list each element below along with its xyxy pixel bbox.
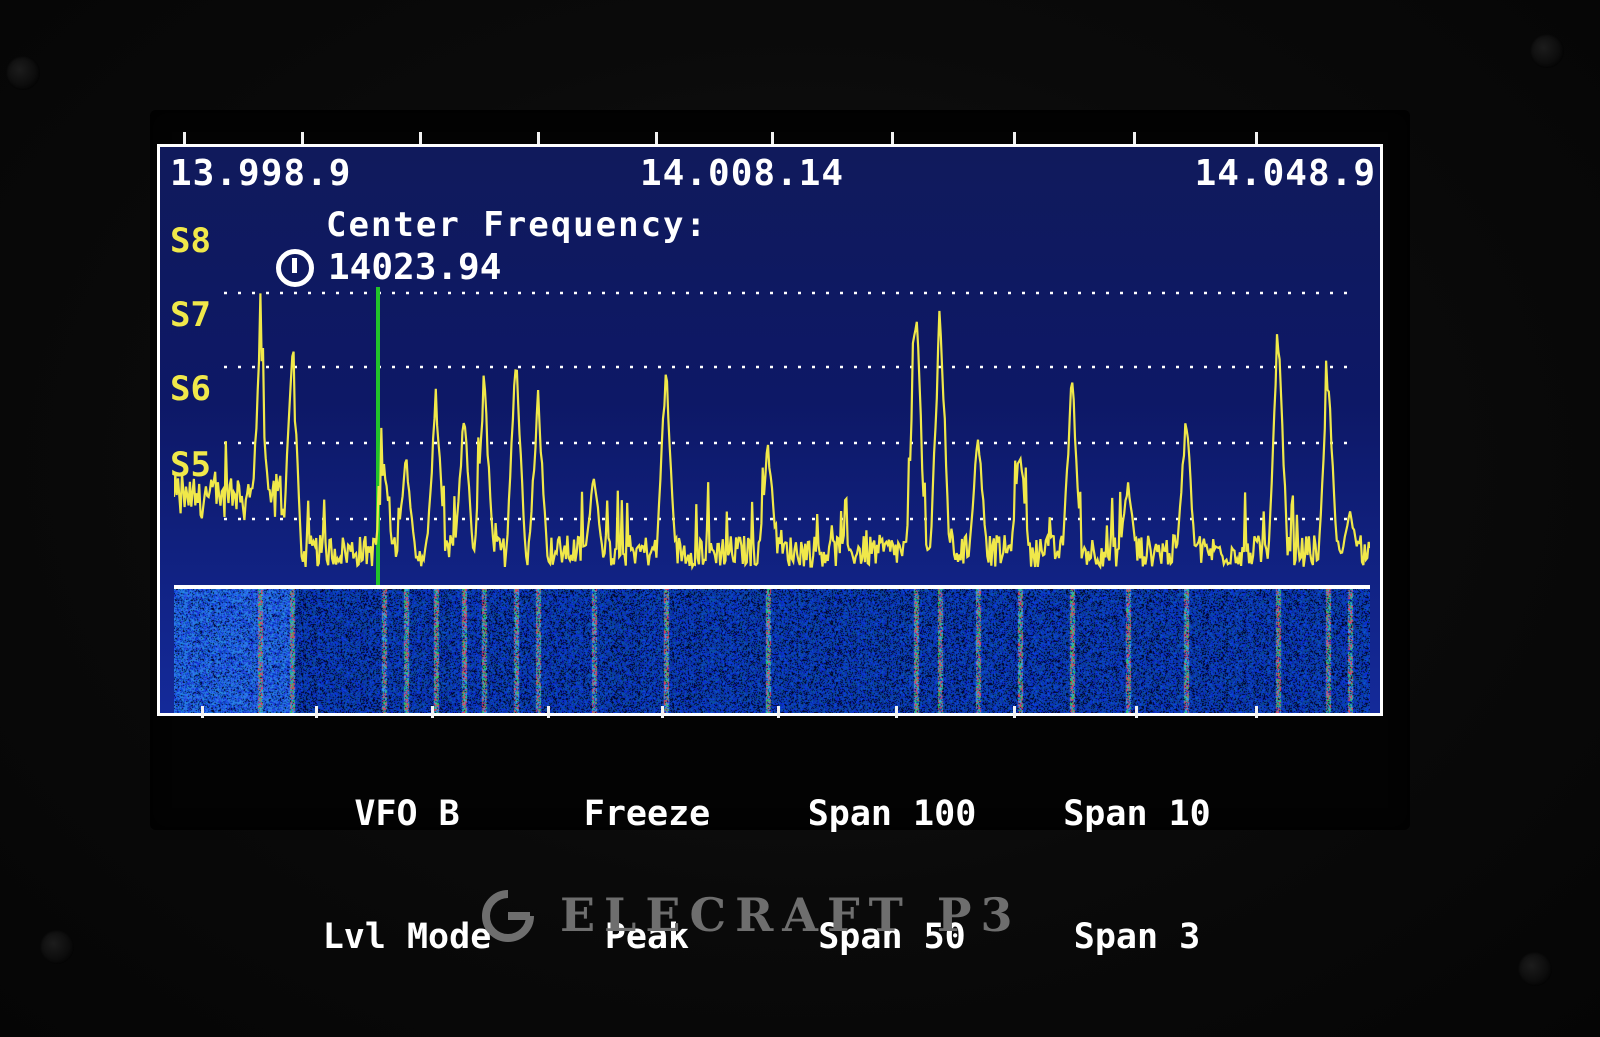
softkey-span-10-bottom: Span 3 (1073, 917, 1201, 957)
softkey-vfo-b-top: VFO B (354, 794, 460, 834)
freq-left-label: 13.998.9 (170, 153, 352, 194)
top-ticks (157, 130, 1387, 144)
screw-top-left (6, 56, 40, 90)
softkey-vfo-b-bottom: Lvl Mode (322, 917, 492, 957)
softkey-span-10[interactable]: Span 10 Span 3 (1037, 712, 1237, 1037)
waterfall-display[interactable] (174, 589, 1370, 713)
grid-lines (224, 291, 1354, 521)
softkey-span-100-top: Span 100 (807, 794, 977, 834)
screw-bottom-right (1518, 952, 1552, 986)
signal-trace (174, 293, 1370, 571)
softkey-labels: VFO B Lvl Mode Freeze Peak Span 100 Span… (157, 712, 1387, 957)
s-label-s8: S8 (170, 221, 211, 261)
spectrum-trace[interactable] (174, 287, 1370, 585)
spectrum-panel[interactable]: 13.998.9 14.008.14 14.048.9 Center Frequ… (157, 144, 1383, 716)
screw-bottom-left (40, 930, 74, 964)
softkey-span-10-top: Span 10 (1063, 794, 1211, 834)
freq-center-label: 14.008.14 (640, 153, 845, 194)
center-frequency-label: Center Frequency: (326, 205, 708, 245)
power-icon (276, 249, 314, 287)
elecraft-logo-icon (482, 890, 534, 942)
softkey-vfo-b[interactable]: VFO B Lvl Mode (307, 712, 507, 1037)
softkey-span-100[interactable]: Span 100 Span 50 (787, 712, 997, 1037)
brand-name: ELECRAFT P3 (560, 888, 1022, 942)
softkey-freeze[interactable]: Freeze Peak (557, 712, 737, 1037)
panadapter-display[interactable]: 13.998.9 14.008.14 14.048.9 Center Frequ… (157, 130, 1387, 720)
freq-right-label: 14.048.9 (1194, 153, 1376, 194)
softkey-freeze-top: Freeze (583, 794, 711, 834)
screw-top-right (1530, 34, 1564, 68)
center-frequency-value: 14023.94 (328, 247, 502, 288)
